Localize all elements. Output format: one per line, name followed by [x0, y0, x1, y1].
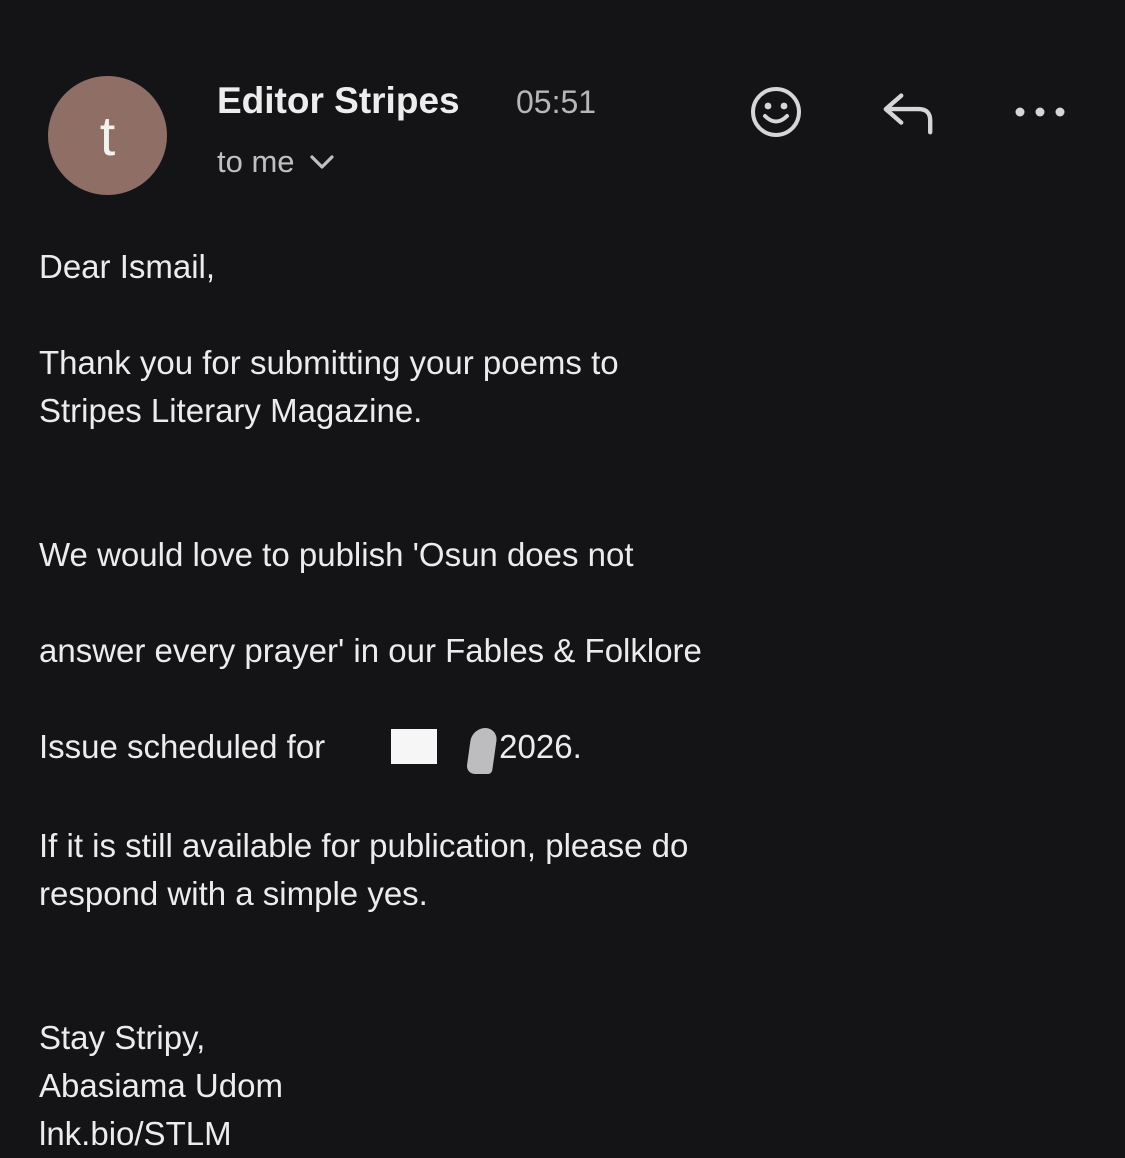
acceptance-line-3-start: Issue scheduled for — [39, 728, 326, 765]
recipient-label: to me — [217, 144, 295, 179]
more-horizontal-icon — [1015, 107, 1065, 117]
greeting: Dear Ismail, — [39, 248, 216, 285]
reply-button[interactable] — [880, 84, 936, 140]
paragraph-request: If it is still available for publication… — [39, 827, 689, 912]
chevron-down-icon — [309, 154, 335, 170]
acceptance-line-1: We would love to publish 'Osun does not — [39, 536, 634, 573]
sender-name[interactable]: Editor Stripes — [217, 80, 460, 122]
paragraph-thanks: Thank you for submitting your poems to S… — [39, 344, 619, 429]
signature-link[interactable]: lnk.bio/STLM — [39, 1110, 1079, 1158]
signoff: Stay Stripy, — [39, 1019, 206, 1056]
sender-avatar[interactable]: t — [48, 76, 167, 195]
add-reaction-button[interactable] — [748, 84, 804, 140]
message-body: Dear Ismail, Thank you for submitting yo… — [39, 243, 1079, 1158]
acceptance-line-2: answer every prayer' in our Fables & Fol… — [39, 632, 702, 669]
signature-name: Abasiama Udom — [39, 1067, 283, 1104]
recipient-details-toggle[interactable]: to me — [217, 140, 335, 184]
message-time: 05:51 — [516, 84, 597, 120]
reply-arrow-icon — [883, 93, 933, 135]
paragraph-acceptance: We would love to publish 'Osun does not … — [39, 483, 1079, 774]
redaction-scribble — [465, 728, 499, 774]
more-options-button[interactable] — [1012, 84, 1068, 140]
acceptance-line-3-end: 2026. — [499, 728, 582, 765]
redaction-mark — [391, 729, 438, 764]
smiley-icon — [751, 87, 801, 137]
